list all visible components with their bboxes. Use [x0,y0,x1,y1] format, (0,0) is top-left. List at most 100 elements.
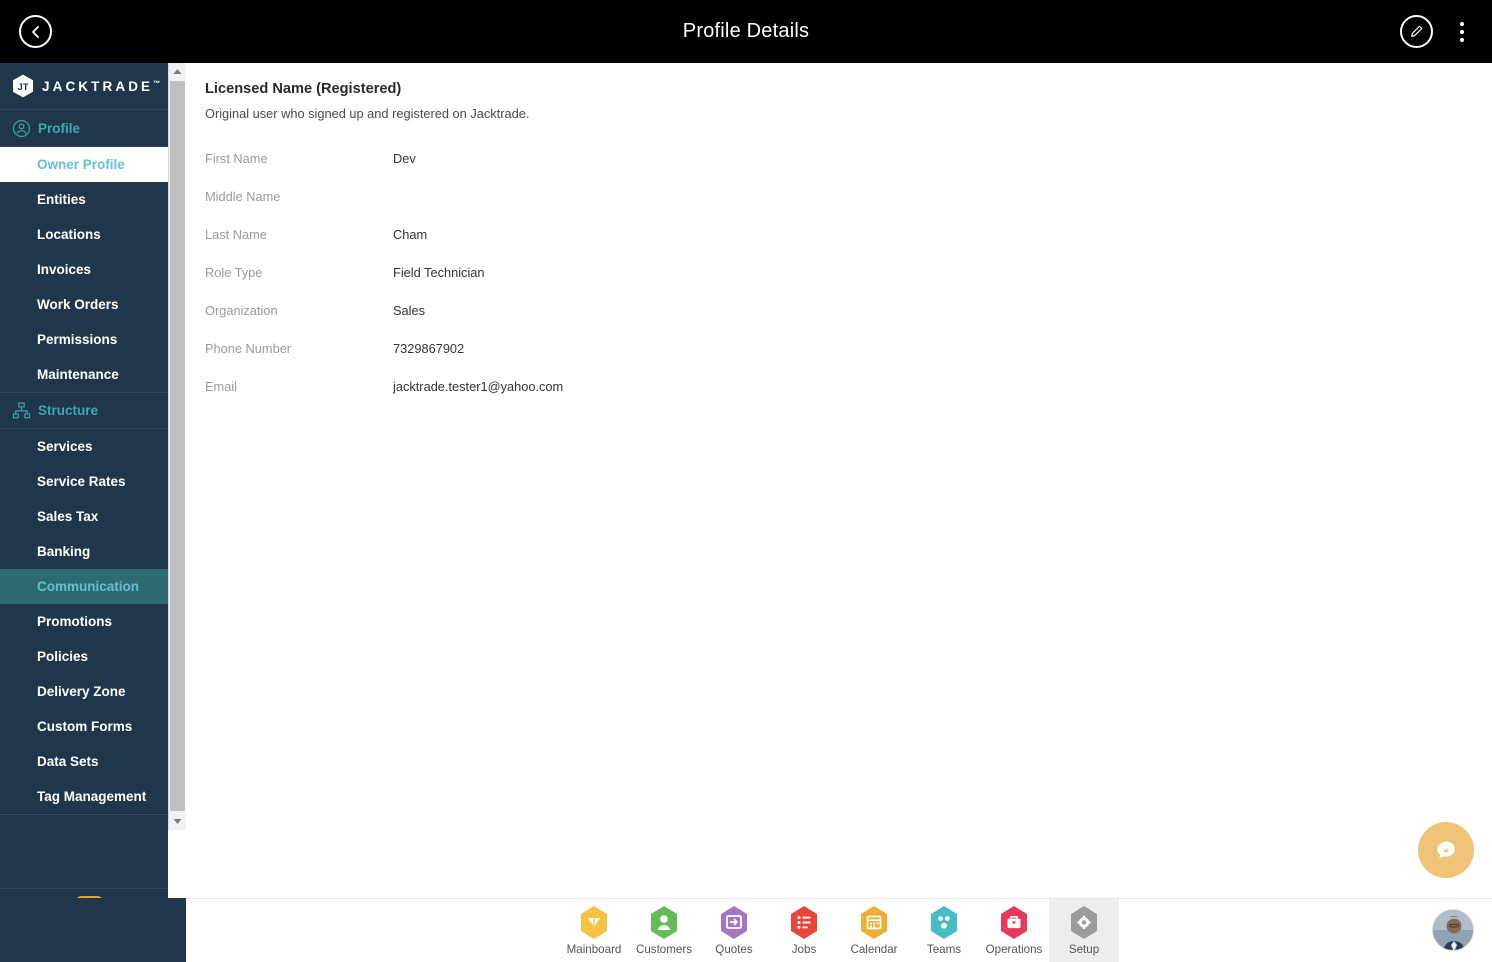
field-label: Organization [205,302,278,318]
gear-hex-icon [1068,905,1100,940]
sidebar-item-permissions[interactable]: Permissions [0,322,168,357]
sidebar-item-label: Delivery Zone [37,684,126,699]
back-button[interactable] [19,15,52,48]
bottom-nav-label: Teams [926,943,962,956]
sidebar-item-label: Communication [37,579,140,594]
field-row-first-name: First Name Dev [205,139,1492,177]
sidebar-item-label: Data Sets [37,754,99,769]
sidebar-item-locations[interactable]: Locations [0,217,168,252]
bottom-nav-label: Customers [635,943,693,956]
sidebar-group-profile[interactable]: Profile [0,110,168,147]
sidebar-item-policies[interactable]: Policies [0,639,168,674]
brand-logo[interactable]: JT JACKTRADE™ [0,63,168,110]
scrollbar-thumb[interactable] [170,81,185,811]
sidebar-group-structure[interactable]: Structure [0,392,168,429]
field-value: Dev [393,150,416,166]
jacktrade-hexagon-logo: JT [12,74,34,98]
calendar-hex-icon [858,905,890,940]
bottom-nav-teams[interactable]: Teams [909,899,979,962]
main-content: Licensed Name (Registered) Original user… [186,63,1492,898]
bottom-nav-label: Quotes [715,943,753,956]
overflow-menu-button[interactable] [1450,14,1474,50]
sidebar-item-label: Promotions [37,614,113,629]
brand-name: JACKTRADE™ [42,79,160,94]
field-label: Role Type [205,264,263,280]
bottom-nav-operations[interactable]: Operations [979,899,1049,962]
sidebar-item-entities[interactable]: Entities [0,182,168,217]
section-title: Licensed Name (Registered) [205,81,402,97]
briefcase-hex-icon [998,905,1030,940]
sidebar-group-label: Structure [38,403,99,418]
sidebar-item-work-orders[interactable]: Work Orders [0,287,168,322]
bottom-nav-setup[interactable]: Setup [1049,898,1119,962]
chevron-left-icon [31,25,39,38]
sidebar-item-label: Entities [37,192,86,207]
sidebar-item-label: Locations [37,227,101,242]
quote-hex-icon [718,905,750,940]
sidebar-item-label: Owner Profile [37,157,125,172]
user-avatar[interactable] [1432,909,1474,951]
field-label: Email [205,378,237,394]
profile-field-list: First Name Dev Middle Name Last Name Cha… [205,139,1492,405]
sidebar-item-service-rates[interactable]: Service Rates [0,464,168,499]
bottom-nav-mainboard[interactable]: Mainboard [559,899,629,962]
field-row-middle-name: Middle Name [205,177,1492,215]
sidebar-item-data-sets[interactable]: Data Sets [0,744,168,779]
trademark-symbol: ™ [153,80,161,87]
scroll-down-arrow[interactable] [169,813,186,830]
bottom-nav-label: Operations [985,943,1043,956]
kebab-dot [1460,30,1464,34]
kebab-dot [1460,38,1464,42]
sidebar-item-banking[interactable]: Banking [0,534,168,569]
sidebar-item-custom-forms[interactable]: Custom Forms [0,709,168,744]
sidebar-item-label: Custom Forms [37,719,133,734]
field-value: 7329867902 [393,340,465,356]
sidebar-item-tag-management[interactable]: Tag Management [0,779,168,814]
field-label: First Name [205,150,268,166]
bottom-nav-label: Setup [1068,943,1100,956]
teams-hex-icon [928,905,960,940]
bottom-navigation: Mainboard Customers Quotes Jobs Calendar… [186,898,1492,962]
pencil-edit-icon [1411,25,1423,37]
field-row-phone-number: Phone Number 7329867902 [205,329,1492,367]
field-row-email: Email jacktrade.tester1@yahoo.com [205,367,1492,405]
field-row-organization: Organization Sales [205,291,1492,329]
sidebar-item-label: Policies [37,649,89,664]
sidebar-item-sales-tax[interactable]: Sales Tax [0,499,168,534]
sidebar-item-label: Maintenance [37,367,119,382]
field-value: jacktrade.tester1@yahoo.com [393,378,564,394]
sidebar-item-communication[interactable]: Communication [0,569,168,604]
sidebar-item-label: Tag Management [37,789,147,804]
bottom-nav-jobs[interactable]: Jobs [769,899,839,962]
bottom-nav-label: Jobs [791,943,817,956]
tasklist-hex-icon [788,905,820,940]
chat-bubble-icon [1437,841,1455,859]
bottom-nav-calendar[interactable]: Calendar [839,899,909,962]
field-value: Cham [393,226,428,242]
bottom-nav-customers[interactable]: Customers [629,899,699,962]
sidebar-item-promotions[interactable]: Promotions [0,604,168,639]
bottom-nav-label: Calendar [850,943,898,956]
page-title: Profile Details [682,20,810,42]
sidebar-item-label: Banking [37,544,91,559]
field-label: Middle Name [205,188,281,204]
chat-widget-button[interactable] [1418,822,1474,878]
scroll-up-arrow[interactable] [169,63,186,80]
sidebar-item-services[interactable]: Services [0,429,168,464]
sidebar-item-clipped[interactable] [0,814,168,849]
sidebar-item-invoices[interactable]: Invoices [0,252,168,287]
person-hex-icon [648,905,680,940]
field-row-last-name: Last Name Cham [205,215,1492,253]
sidebar-item-delivery-zone[interactable]: Delivery Zone [0,674,168,709]
sidebar-item-owner-profile[interactable]: Owner Profile [0,147,168,182]
field-row-role-type: Role Type Field Technician [205,253,1492,291]
bottom-nav-quotes[interactable]: Quotes [699,899,769,962]
user-circle-icon [12,119,31,138]
sidebar-scrollbar[interactable] [168,63,186,830]
edit-button[interactable] [1400,15,1433,48]
bottom-left-filler [0,898,186,962]
sidebar-item-maintenance[interactable]: Maintenance [0,357,168,392]
sidebar-item-label: Invoices [37,262,92,277]
sidebar-item-label: Service Rates [37,474,126,489]
field-value: Sales [393,302,426,318]
